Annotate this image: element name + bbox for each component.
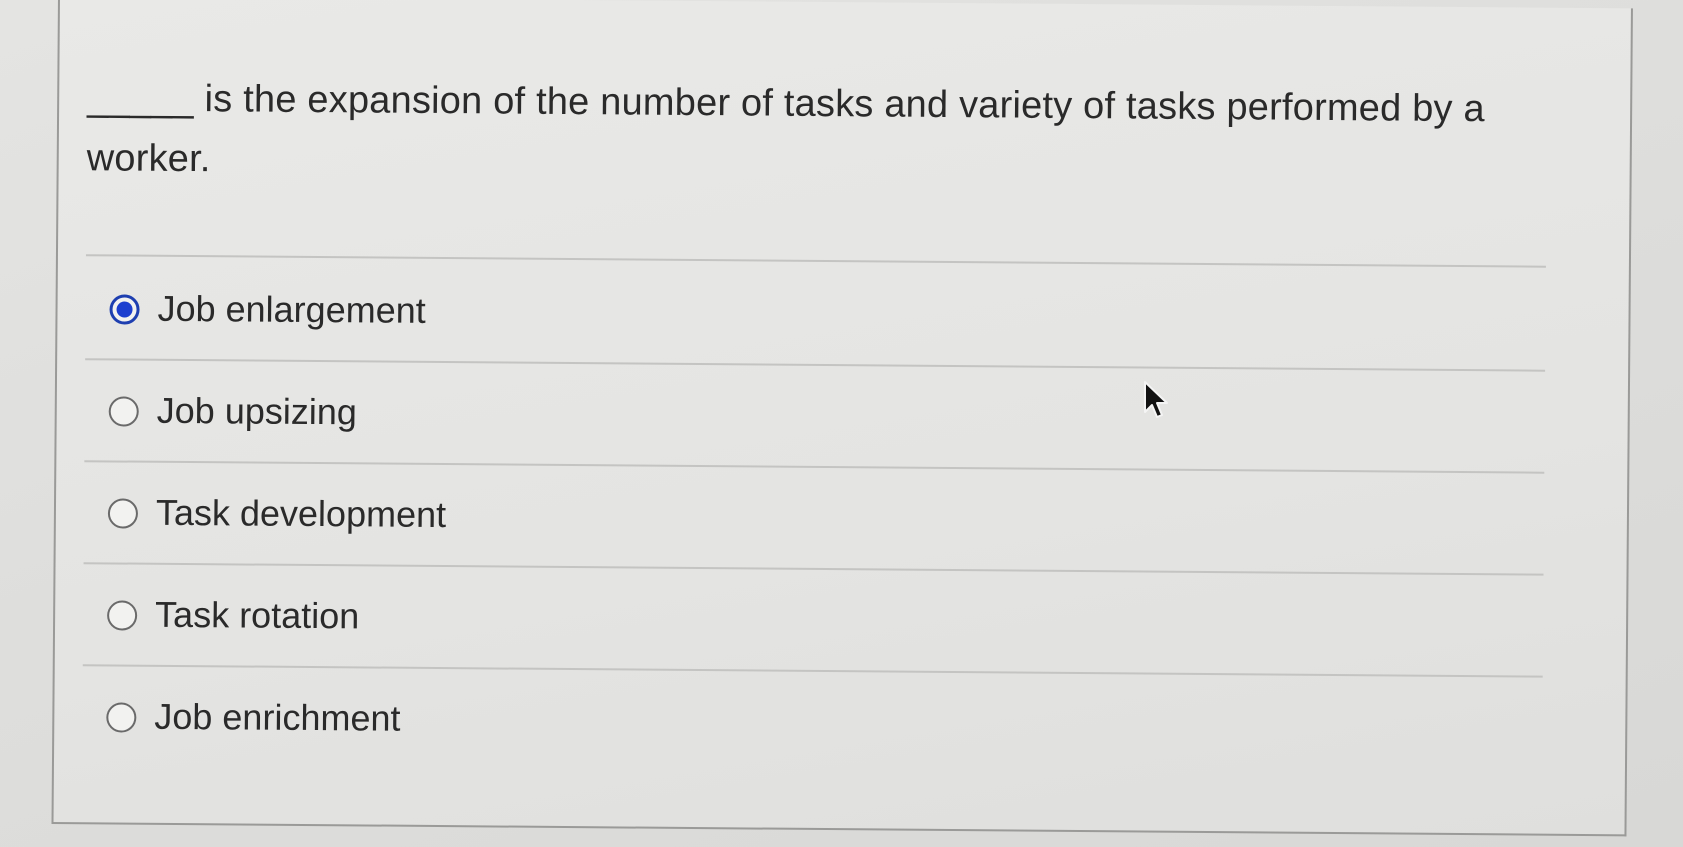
option-label: Job upsizing: [156, 389, 358, 433]
option-label: Job enlargement: [157, 287, 426, 331]
question-card: _____ is the expansion of the number of …: [51, 0, 1633, 837]
screen: _____ is the expansion of the number of …: [0, 0, 1683, 847]
option-task-development[interactable]: Task development: [83, 462, 1545, 576]
mouse-pointer-icon: [1144, 381, 1168, 418]
radio-button[interactable]: [106, 702, 137, 733]
radio-button[interactable]: [107, 498, 139, 529]
option-job-enrichment[interactable]: Job enrichment: [82, 666, 1543, 779]
radio-button-selected[interactable]: [109, 294, 140, 325]
answer-options: Job enlargement Job upsizing Task develo…: [82, 258, 1546, 779]
question-text: _____ is the expansion of the number of …: [86, 77, 1485, 181]
option-job-enlargement[interactable]: Job enlargement: [85, 258, 1546, 372]
option-label: Task rotation: [154, 593, 360, 637]
option-label: Task development: [155, 491, 447, 536]
option-label: Job enrichment: [154, 695, 401, 739]
option-job-upsizing[interactable]: Job upsizing: [84, 360, 1546, 474]
radio-button[interactable]: [108, 396, 139, 427]
option-task-rotation[interactable]: Task rotation: [82, 564, 1544, 678]
radio-button[interactable]: [107, 600, 138, 631]
